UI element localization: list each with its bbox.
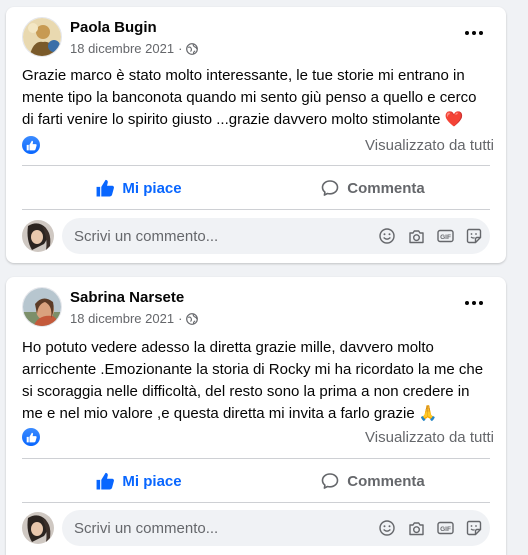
camera-icon[interactable] (406, 226, 426, 246)
current-user-avatar[interactable] (22, 512, 54, 544)
meta-separator: · (178, 41, 183, 56)
post-stats: Visualizzato da tutti (22, 427, 494, 449)
gif-icon[interactable]: GIF (435, 518, 455, 538)
post-actions: Mi piace Commenta (22, 461, 490, 501)
post-card: Paola Bugin 18 dicembre 2021 · Grazie ma… (6, 7, 506, 263)
camera-icon[interactable] (406, 518, 426, 538)
author-name[interactable]: Sabrina Narsete (70, 289, 184, 306)
like-button[interactable]: Mi piace (22, 461, 256, 501)
comment-composer: GIF (22, 218, 490, 254)
post-text-line: Grazie marco è stato molto interessante,… (22, 67, 465, 84)
post-date[interactable]: 18 dicembre 2021 (70, 311, 174, 326)
comment-input[interactable] (74, 510, 324, 546)
emoji-icon[interactable] (377, 518, 397, 538)
comment-label: Commenta (347, 179, 425, 197)
meta-separator: · (178, 311, 183, 326)
globe-icon[interactable] (186, 42, 199, 55)
sticker-icon[interactable] (464, 518, 484, 538)
sticker-icon[interactable] (464, 226, 484, 246)
post-text-line: me e nel mio valore ,e questa diretta mi… (22, 405, 438, 422)
comment-button[interactable]: Commenta (256, 168, 490, 208)
post-header: Paola Bugin 18 dicembre 2021 · (22, 17, 494, 61)
comment-input[interactable] (74, 218, 324, 254)
seen-by-label[interactable]: Visualizzato da tutti (365, 429, 494, 446)
comment-button[interactable]: Commenta (256, 461, 490, 501)
emoji-icon[interactable] (377, 226, 397, 246)
divider (22, 458, 490, 459)
comment-label: Commenta (347, 472, 425, 490)
post-text-line: mente tipo la banconota quando mi sento … (22, 89, 477, 106)
author-avatar[interactable] (22, 287, 62, 327)
like-label: Mi piace (122, 472, 182, 490)
like-reaction-icon[interactable] (22, 136, 40, 154)
speech-bubble-icon (321, 472, 339, 490)
like-button[interactable]: Mi piace (22, 168, 256, 208)
current-user-avatar[interactable] (22, 220, 54, 252)
post-text-line: arricchente .Emozionante la storia di Ro… (22, 361, 484, 378)
seen-by-label[interactable]: Visualizzato da tutti (365, 137, 494, 154)
globe-icon[interactable] (186, 312, 199, 325)
divider (22, 209, 490, 210)
svg-text:GIF: GIF (440, 234, 451, 241)
post-meta: 18 dicembre 2021 · (70, 41, 199, 56)
like-reaction-icon[interactable] (22, 428, 40, 446)
post-text-line: di farti venire lo spirito giusto ...gra… (22, 111, 464, 128)
comment-input-container: GIF (62, 510, 490, 546)
post-card: Sabrina Narsete 18 dicembre 2021 · Ho po… (6, 277, 506, 555)
divider (22, 502, 490, 503)
svg-text:GIF: GIF (440, 526, 451, 533)
speech-bubble-icon (321, 179, 339, 197)
more-options-icon[interactable] (460, 293, 488, 313)
author-avatar[interactable] (22, 17, 62, 57)
author-name[interactable]: Paola Bugin (70, 19, 157, 36)
comment-input-container: GIF (62, 218, 490, 254)
post-text-line: si scoraggia nelle difficoltà, del resto… (22, 383, 470, 400)
post-stats: Visualizzato da tutti (22, 135, 494, 157)
post-text-line: Ho potuto vedere adesso la diretta grazi… (22, 339, 434, 356)
divider (22, 165, 490, 166)
post-date[interactable]: 18 dicembre 2021 (70, 41, 174, 56)
thumbs-up-icon (96, 179, 115, 197)
post-header: Sabrina Narsete 18 dicembre 2021 · (22, 287, 494, 331)
post-text: Ho potuto vedere adesso la diretta grazi… (22, 337, 496, 425)
post-text: Grazie marco è stato molto interessante,… (22, 65, 496, 131)
gif-icon[interactable]: GIF (435, 226, 455, 246)
comment-composer: GIF (22, 510, 490, 546)
post-meta: 18 dicembre 2021 · (70, 311, 199, 326)
composer-tools: GIF (377, 226, 484, 246)
post-actions: Mi piace Commenta (22, 168, 490, 208)
thumbs-up-icon (96, 472, 115, 490)
like-label: Mi piace (122, 179, 182, 197)
composer-tools: GIF (377, 518, 484, 538)
more-options-icon[interactable] (460, 23, 488, 43)
